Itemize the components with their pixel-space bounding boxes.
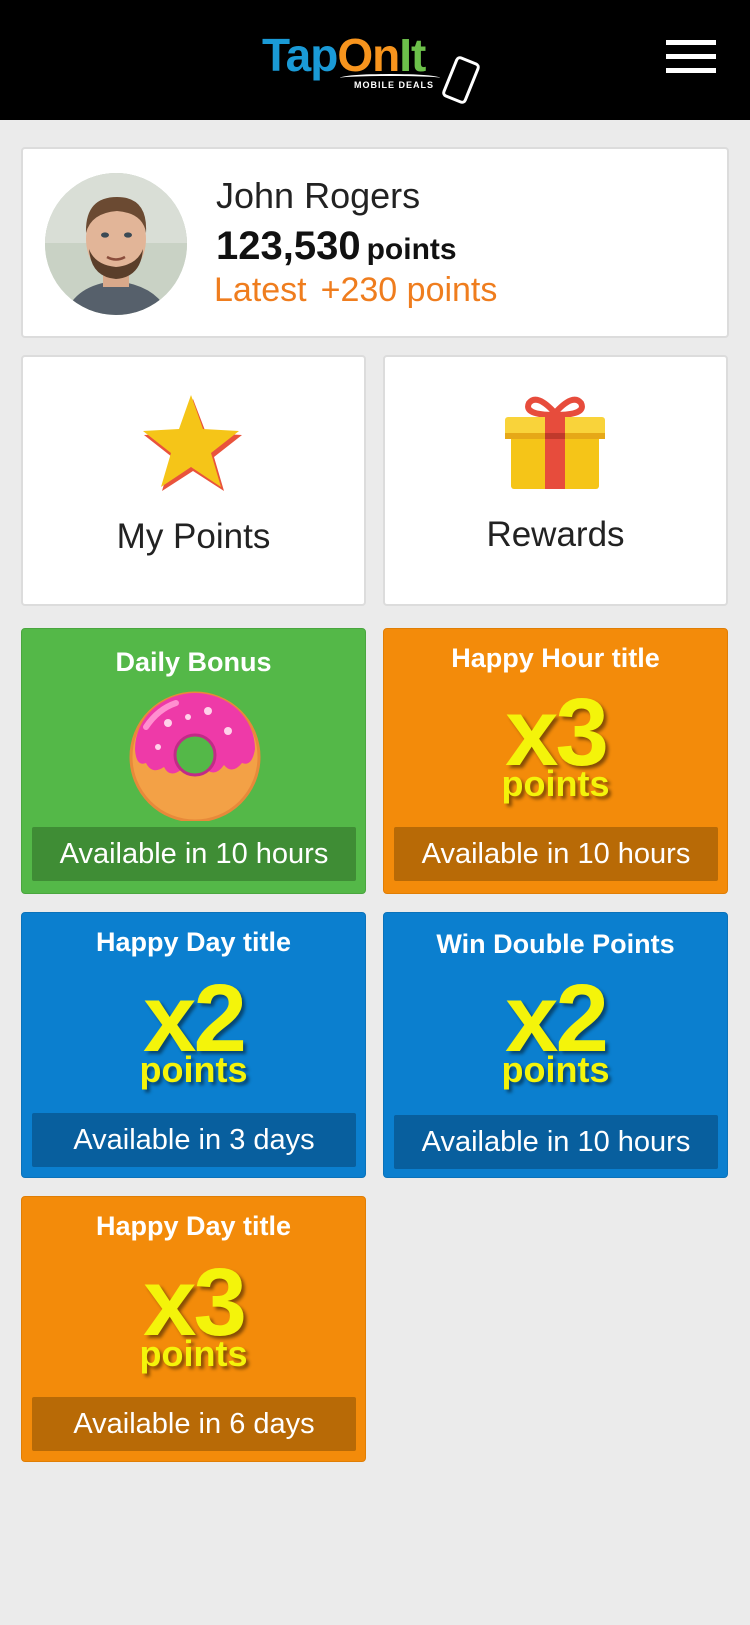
availability-text: Available in 6 days <box>32 1397 356 1451</box>
star-icon <box>141 393 245 498</box>
latest-points: Latest +230 points <box>214 271 497 310</box>
user-name: John Rogers <box>216 175 421 216</box>
taponit-logo[interactable]: TapOnIt MOBILE DEALS <box>262 30 492 106</box>
win-double-points-card[interactable]: Win Double Points x2 points Available in… <box>383 912 728 1178</box>
availability-text: Available in 10 hours <box>394 1115 718 1169</box>
my-points-label: My Points <box>116 517 271 556</box>
points-total: 123,530 points <box>216 224 457 269</box>
availability-text: Available in 3 days <box>32 1113 356 1167</box>
app-header: TapOnIt MOBILE DEALS <box>0 0 750 120</box>
happy-day-card[interactable]: Happy Day title x2 points Available in 3… <box>21 912 366 1178</box>
phone-icon <box>440 54 482 106</box>
rewards-label: Rewards <box>486 515 625 554</box>
latest-value: +230 points <box>320 271 498 309</box>
promo-title: Happy Day title <box>95 1211 292 1241</box>
multiplier-unit: points <box>501 1049 610 1090</box>
my-points-tile[interactable]: My Points <box>21 355 366 606</box>
multiplier-unit: points <box>139 1333 248 1374</box>
latest-label: Latest <box>214 271 307 309</box>
promo-title: Win Double Points <box>436 929 675 959</box>
daily-bonus-card[interactable]: Daily Bonus Available in 10 hours <box>21 628 366 894</box>
availability-text: Available in 10 hours <box>394 827 718 881</box>
profile-card: John Rogers 123,530 points Latest +230 poi… <box>21 147 729 338</box>
multiplier-unit: points <box>501 763 610 804</box>
donut-icon <box>128 687 262 826</box>
promo-title: Happy Day title <box>95 927 292 957</box>
availability-text: Available in 10 hours <box>32 827 356 881</box>
gift-icon <box>503 395 607 496</box>
happy-day-card[interactable]: Happy Day title x3 points Available in 6… <box>21 1196 366 1462</box>
rewards-tile[interactable]: Rewards <box>383 355 728 606</box>
hamburger-menu-icon[interactable] <box>666 40 716 76</box>
multiplier-unit: points <box>139 1049 248 1090</box>
promo-title: Daily Bonus <box>115 647 272 677</box>
happy-hour-card[interactable]: Happy Hour title x3 points Available in … <box>383 628 728 894</box>
avatar <box>45 173 187 315</box>
logo-tagline: MOBILE DEALS <box>354 80 435 90</box>
promo-title: Happy Hour title <box>451 643 660 673</box>
points-value: 123,530 <box>216 224 361 268</box>
points-unit: points <box>366 233 457 266</box>
